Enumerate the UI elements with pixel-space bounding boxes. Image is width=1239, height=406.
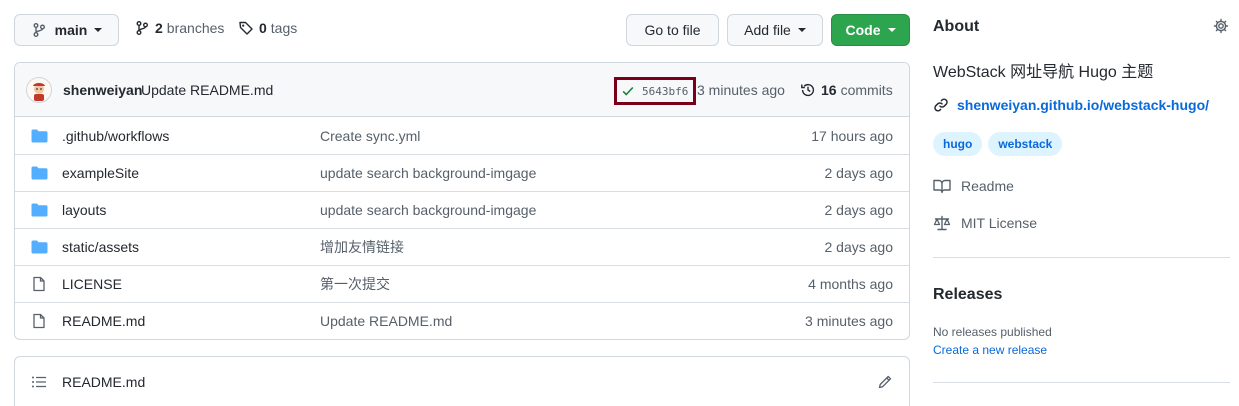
folder-icon bbox=[31, 240, 48, 255]
link-icon bbox=[933, 97, 949, 113]
readme-box: README.md bbox=[14, 356, 910, 406]
file-name[interactable]: static/assets bbox=[62, 239, 139, 255]
code-label: Code bbox=[845, 22, 881, 38]
file-name[interactable]: README.md bbox=[62, 313, 145, 329]
readme-title: README.md bbox=[62, 374, 146, 390]
file-age: 17 hours ago bbox=[811, 127, 893, 144]
file-icon bbox=[31, 276, 47, 292]
add-file-button[interactable]: Add file bbox=[727, 14, 823, 46]
file-age: 2 days ago bbox=[824, 202, 894, 218]
no-releases-text: No releases published bbox=[933, 325, 1052, 339]
list-icon[interactable] bbox=[31, 374, 47, 390]
license-link[interactable]: MIT License bbox=[933, 215, 1037, 231]
git-branch-icon bbox=[31, 22, 47, 38]
branches-label: branches bbox=[166, 20, 225, 36]
table-row[interactable]: README.md Update README.md 3 minutes ago bbox=[15, 302, 909, 339]
readme-link[interactable]: Readme bbox=[933, 178, 1014, 194]
branches-link[interactable]: 2 branches bbox=[134, 20, 224, 36]
releases-heading[interactable]: Releases bbox=[933, 286, 1002, 304]
tags-label: tags bbox=[270, 20, 298, 36]
file-age: 3 minutes ago bbox=[805, 313, 893, 329]
commits-label: commits bbox=[840, 82, 893, 98]
file-commit-message[interactable]: update search background-imgage bbox=[320, 165, 536, 181]
website-link[interactable]: shenweiyan.github.io/webstack-hugo/ bbox=[933, 97, 1209, 113]
chevron-down-icon bbox=[887, 28, 896, 32]
table-row[interactable]: LICENSE 第一次提交 4 months ago bbox=[15, 265, 909, 302]
table-row[interactable]: static/assets 增加友情链接 2 days ago bbox=[15, 228, 909, 265]
history-icon bbox=[800, 82, 816, 98]
table-row[interactable]: .github/workflows Create sync.yml 17 hou… bbox=[15, 117, 909, 154]
latest-commit-bar: shenweiyan Update README.md 5643bf6 3 mi… bbox=[15, 63, 909, 117]
commit-author[interactable]: shenweiyan bbox=[63, 82, 142, 98]
file-name[interactable]: exampleSite bbox=[62, 165, 139, 181]
code-button[interactable]: Code bbox=[831, 14, 910, 46]
license-link-label: MIT License bbox=[961, 215, 1037, 231]
law-scale-icon bbox=[933, 215, 951, 231]
folder-icon bbox=[31, 128, 48, 143]
gear-icon[interactable] bbox=[1213, 18, 1229, 34]
repo-description: WebStack 网址导航 Hugo 主题 bbox=[933, 64, 1154, 81]
tags-count: 0 bbox=[259, 20, 267, 36]
sidebar-divider bbox=[933, 257, 1230, 258]
commits-link[interactable]: 16 commits bbox=[800, 82, 893, 98]
git-branch-icon bbox=[134, 20, 150, 36]
commit-sha: 5643bf6 bbox=[642, 84, 689, 98]
add-file-label: Add file bbox=[744, 22, 791, 38]
branch-name: main bbox=[54, 22, 88, 38]
file-commit-message[interactable]: Update README.md bbox=[320, 313, 452, 329]
tags-link[interactable]: 0 tags bbox=[238, 20, 297, 36]
commit-time: 3 minutes ago bbox=[697, 82, 785, 98]
commit-message[interactable]: Update README.md bbox=[141, 82, 273, 98]
create-release-link[interactable]: Create a new release bbox=[933, 343, 1047, 357]
commits-count: 16 bbox=[821, 82, 837, 98]
branches-count: 2 bbox=[155, 20, 163, 36]
go-to-file-button[interactable]: Go to file bbox=[626, 14, 719, 46]
file-commit-message[interactable]: 第一次提交 bbox=[320, 274, 390, 294]
avatar[interactable] bbox=[26, 77, 52, 103]
chevron-down-icon bbox=[797, 28, 806, 32]
book-icon bbox=[933, 178, 951, 194]
table-row[interactable]: exampleSite update search background-img… bbox=[15, 154, 909, 191]
file-commit-message[interactable]: 增加友情链接 bbox=[320, 237, 404, 257]
file-name[interactable]: layouts bbox=[62, 202, 106, 218]
file-list-box: shenweiyan Update README.md 5643bf6 3 mi… bbox=[14, 62, 910, 340]
file-name[interactable]: .github/workflows bbox=[62, 128, 169, 144]
file-age: 2 days ago bbox=[824, 239, 894, 255]
file-age: 4 months ago bbox=[808, 276, 893, 292]
check-icon bbox=[621, 84, 635, 98]
file-rows: .github/workflows Create sync.yml 17 hou… bbox=[15, 117, 909, 339]
pencil-icon[interactable] bbox=[877, 374, 893, 390]
tag-icon bbox=[238, 20, 254, 36]
topics: hugo webstack bbox=[933, 132, 1068, 156]
file-age: 2 days ago bbox=[824, 165, 894, 181]
folder-icon bbox=[31, 166, 48, 181]
branch-select-button[interactable]: main bbox=[14, 14, 119, 46]
file-name[interactable]: LICENSE bbox=[62, 276, 122, 292]
table-row[interactable]: layouts update search background-imgage … bbox=[15, 191, 909, 228]
readme-link-label: Readme bbox=[961, 178, 1014, 194]
chevron-down-icon bbox=[94, 28, 103, 32]
sidebar-divider bbox=[933, 382, 1230, 383]
topic-tag-webstack[interactable]: webstack bbox=[988, 132, 1063, 156]
topic-tag-hugo[interactable]: hugo bbox=[933, 132, 983, 156]
file-commit-message[interactable]: Create sync.yml bbox=[320, 128, 420, 144]
folder-icon bbox=[31, 203, 48, 218]
website-url: shenweiyan.github.io/webstack-hugo/ bbox=[957, 97, 1210, 113]
file-commit-message[interactable]: update search background-imgage bbox=[320, 202, 536, 218]
commit-sha-highlight[interactable]: 5643bf6 bbox=[614, 77, 696, 105]
about-heading: About bbox=[933, 18, 980, 35]
file-icon bbox=[31, 313, 47, 329]
